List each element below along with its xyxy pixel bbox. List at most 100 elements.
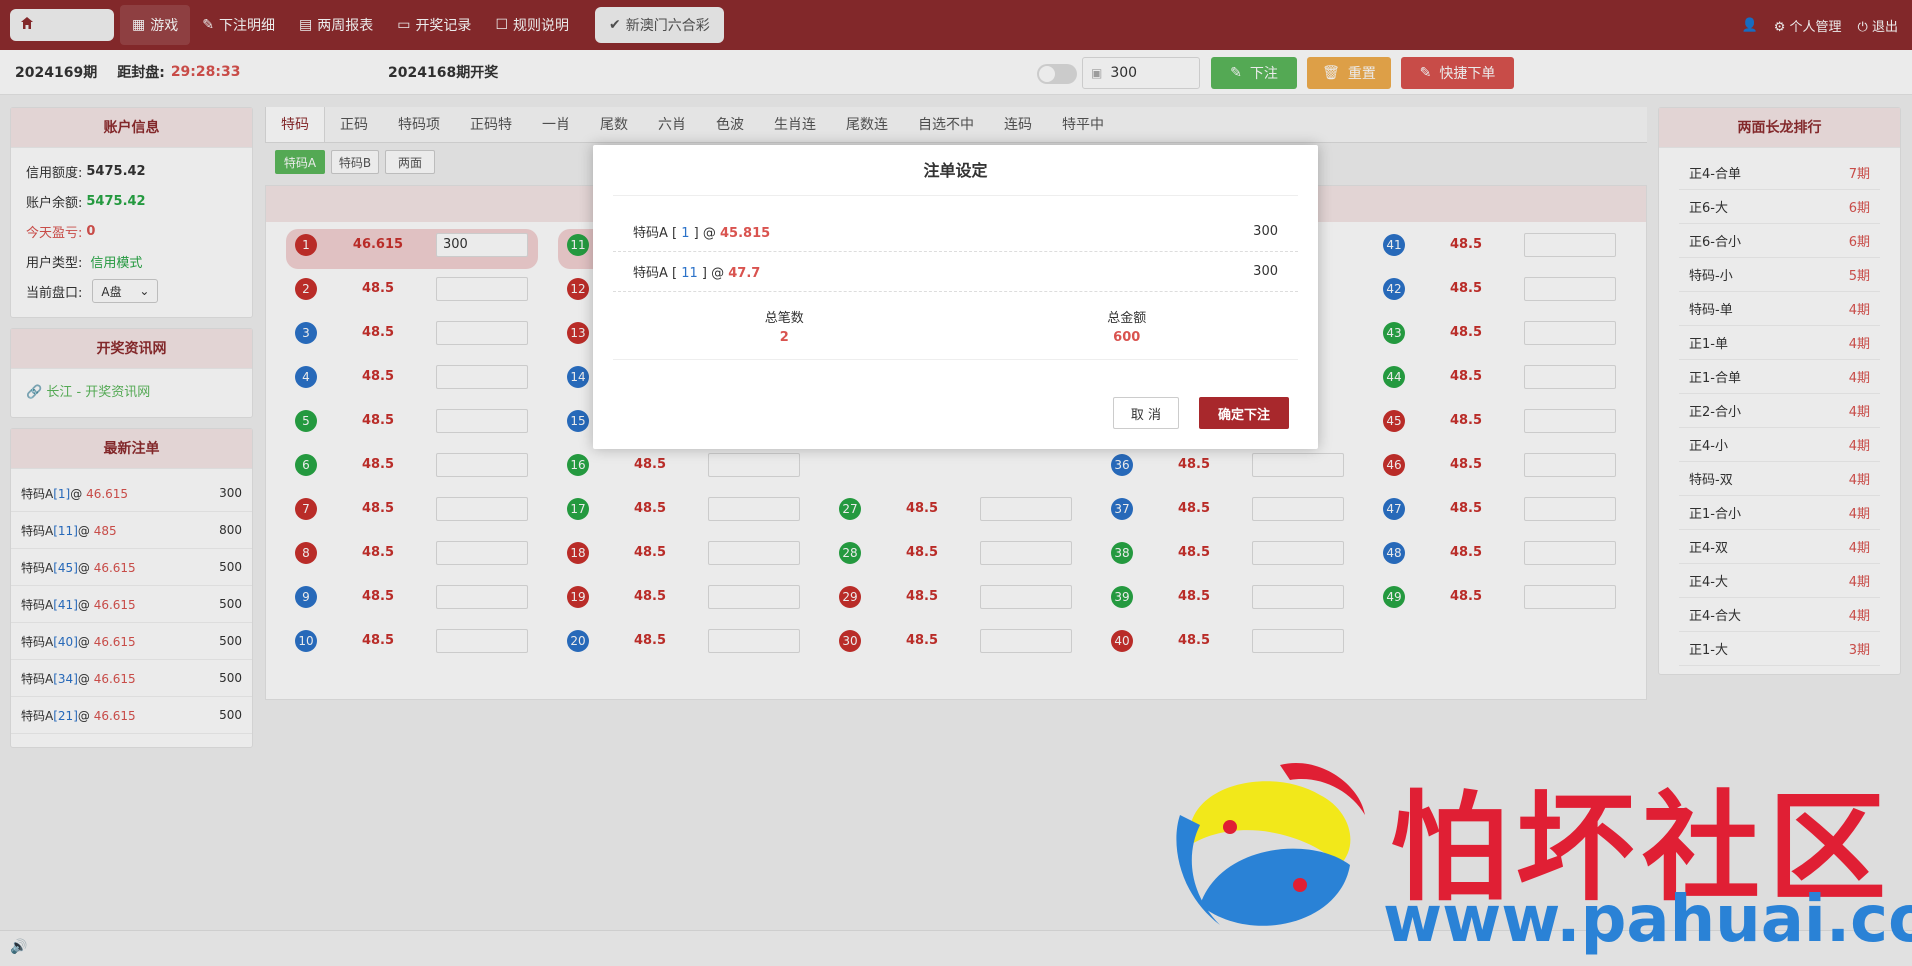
- number-ball[interactable]: 46: [1383, 454, 1405, 476]
- number-ball[interactable]: 36: [1111, 454, 1133, 476]
- number-ball[interactable]: 30: [839, 630, 861, 652]
- number-ball[interactable]: 41: [1383, 234, 1405, 256]
- number-ball[interactable]: 5: [295, 410, 317, 432]
- tab-yixiao[interactable]: 一肖: [527, 107, 585, 142]
- bet-amount-input[interactable]: [436, 453, 528, 477]
- tab-shengxiaolian[interactable]: 生肖连: [759, 107, 831, 142]
- number-ball[interactable]: 8: [295, 542, 317, 564]
- number-ball[interactable]: 14: [567, 366, 589, 388]
- number-ball[interactable]: 43: [1383, 322, 1405, 344]
- number-ball[interactable]: 3: [295, 322, 317, 344]
- home-button[interactable]: [10, 9, 114, 41]
- bet-amount-input[interactable]: [1252, 629, 1344, 653]
- tab-liuxiao[interactable]: 六肖: [643, 107, 701, 142]
- bet-amount-input[interactable]: [708, 585, 800, 609]
- number-ball[interactable]: 7: [295, 498, 317, 520]
- bet-amount-input[interactable]: [1524, 409, 1616, 433]
- tab-tepingzhong[interactable]: 特平中: [1047, 107, 1119, 142]
- subtab-tema-b[interactable]: 特码B: [331, 150, 379, 174]
- bet-amount-input[interactable]: [1524, 497, 1616, 521]
- number-ball[interactable]: 37: [1111, 498, 1133, 520]
- bet-amount-input[interactable]: [1524, 233, 1616, 257]
- bet-amount-input[interactable]: [1252, 497, 1344, 521]
- sound-icon[interactable]: 🔊: [10, 939, 27, 955]
- number-ball[interactable]: 20: [567, 630, 589, 652]
- number-ball[interactable]: 19: [567, 586, 589, 608]
- bet-amount-input[interactable]: [436, 277, 528, 301]
- nav-draw-history[interactable]: ▭ 开奖记录: [385, 5, 483, 45]
- bet-amount-input[interactable]: [1524, 321, 1616, 345]
- bet-amount-input[interactable]: [436, 497, 528, 521]
- bet-amount-input[interactable]: [708, 453, 800, 477]
- tab-lianma[interactable]: 连码: [989, 107, 1047, 142]
- number-ball[interactable]: 42: [1383, 278, 1405, 300]
- bet-amount-input[interactable]: [436, 541, 528, 565]
- nav-rules[interactable]: ☐ 规则说明: [483, 5, 581, 45]
- number-ball[interactable]: 47: [1383, 498, 1405, 520]
- tab-sebo[interactable]: 色波: [701, 107, 759, 142]
- user-manage-link[interactable]: ⚙ 个人管理: [1774, 16, 1842, 35]
- tab-zixuanbuzhong[interactable]: 自选不中: [903, 107, 989, 142]
- bet-amount-input[interactable]: [1252, 453, 1344, 477]
- amount-input[interactable]: ▣ 300: [1082, 57, 1200, 89]
- number-ball[interactable]: 10: [295, 630, 317, 652]
- bet-amount-input[interactable]: [1252, 585, 1344, 609]
- number-ball[interactable]: 16: [567, 454, 589, 476]
- number-ball[interactable]: 6: [295, 454, 317, 476]
- number-ball[interactable]: 4: [295, 366, 317, 388]
- number-ball[interactable]: 9: [295, 586, 317, 608]
- number-ball[interactable]: 44: [1383, 366, 1405, 388]
- bet-amount-input[interactable]: [1524, 365, 1616, 389]
- number-ball[interactable]: 40: [1111, 630, 1133, 652]
- number-ball[interactable]: 38: [1111, 542, 1133, 564]
- number-ball[interactable]: 45: [1383, 410, 1405, 432]
- reset-button[interactable]: 🗑 重置: [1307, 57, 1391, 89]
- bet-amount-input[interactable]: [980, 585, 1072, 609]
- tab-tema[interactable]: 特码: [265, 107, 325, 142]
- bet-amount-input[interactable]: [436, 365, 528, 389]
- logout-link[interactable]: ⏻ 退出: [1858, 16, 1898, 35]
- bet-amount-input[interactable]: [708, 497, 800, 521]
- number-ball[interactable]: 18: [567, 542, 589, 564]
- subtab-tema-a[interactable]: 特码A: [275, 150, 325, 174]
- bet-amount-input[interactable]: [436, 409, 528, 433]
- bet-amount-input[interactable]: [708, 629, 800, 653]
- bet-amount-input[interactable]: [1524, 585, 1616, 609]
- bet-amount-input[interactable]: [980, 629, 1072, 653]
- bet-amount-input[interactable]: [1524, 277, 1616, 301]
- game-selector[interactable]: ✔ 新澳门六合彩: [595, 7, 724, 43]
- number-ball[interactable]: 49: [1383, 586, 1405, 608]
- number-ball[interactable]: 2: [295, 278, 317, 300]
- quick-mode-toggle[interactable]: [1037, 64, 1077, 84]
- nav-games[interactable]: ▦ 游戏: [120, 5, 191, 45]
- nav-bet-details[interactable]: ✎ 下注明细: [190, 5, 287, 45]
- bet-amount-input[interactable]: [1252, 541, 1344, 565]
- number-ball[interactable]: 29: [839, 586, 861, 608]
- number-ball[interactable]: 28: [839, 542, 861, 564]
- bet-amount-input[interactable]: [436, 629, 528, 653]
- market-select[interactable]: A盘 ⌄: [92, 279, 159, 303]
- number-ball[interactable]: 48: [1383, 542, 1405, 564]
- bet-amount-input[interactable]: [708, 541, 800, 565]
- user-icon[interactable]: 👤: [1742, 18, 1758, 33]
- bet-button[interactable]: ✎ 下注: [1211, 57, 1297, 89]
- tab-zhengmate[interactable]: 正码特: [455, 107, 527, 142]
- number-ball[interactable]: 1: [295, 234, 317, 256]
- nav-two-week-report[interactable]: ▤ 两周报表: [287, 5, 385, 45]
- number-ball[interactable]: 27: [839, 498, 861, 520]
- confirm-bet-button[interactable]: 确定下注: [1199, 397, 1289, 429]
- number-ball[interactable]: 17: [567, 498, 589, 520]
- bet-amount-input[interactable]: [436, 321, 528, 345]
- bet-amount-input[interactable]: 300: [436, 233, 528, 257]
- tab-zhengma[interactable]: 正码: [325, 107, 383, 142]
- tab-temaxiang[interactable]: 特码项: [383, 107, 455, 142]
- bet-amount-input[interactable]: [980, 497, 1072, 521]
- tab-weishu[interactable]: 尾数: [585, 107, 643, 142]
- bet-amount-input[interactable]: [1524, 453, 1616, 477]
- quick-order-button[interactable]: ✎ 快捷下单: [1401, 57, 1514, 89]
- number-ball[interactable]: 15: [567, 410, 589, 432]
- bet-amount-input[interactable]: [1524, 541, 1616, 565]
- bet-amount-input[interactable]: [436, 585, 528, 609]
- info-link[interactable]: 🔗 长江 - 开奖资讯网: [11, 369, 252, 412]
- number-ball[interactable]: 13: [567, 322, 589, 344]
